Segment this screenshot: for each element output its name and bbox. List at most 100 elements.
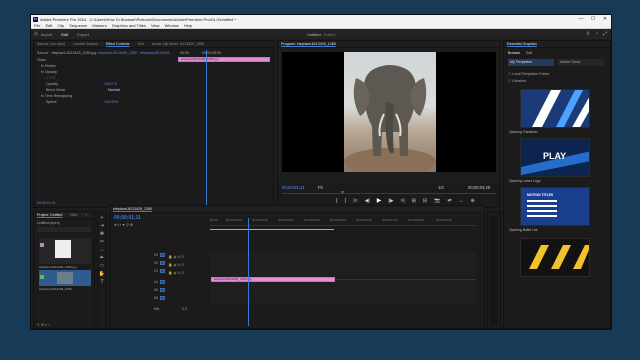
go-to-out-button[interactable]: >| xyxy=(401,198,405,204)
fit-dropdown[interactable]: Fit xyxy=(318,185,323,190)
v2-target-toggle[interactable] xyxy=(160,261,165,265)
track-select-icon[interactable]: ⇥ xyxy=(98,223,106,231)
extract-button[interactable]: ⊟ xyxy=(423,198,427,204)
tab-source[interactable]: Source: (no clips) xyxy=(37,42,65,46)
rectangle-tool-icon[interactable]: □ xyxy=(98,263,106,271)
project-search-box[interactable] xyxy=(37,227,91,232)
menu-help[interactable]: Help xyxy=(184,23,192,28)
hand-tool-icon[interactable]: ✋ xyxy=(98,271,106,279)
effect-opacity[interactable]: fx Opacity xyxy=(41,70,57,74)
slip-tool-icon[interactable]: ↔ xyxy=(98,247,106,255)
menu-sequence[interactable]: Sequence xyxy=(69,23,87,28)
timeline-work-area[interactable] xyxy=(210,229,334,230)
time-remapping[interactable]: fx Time Remapping xyxy=(41,94,72,98)
maximize-button[interactable]: ☐ xyxy=(587,16,599,22)
timeline-playhead[interactable] xyxy=(248,218,249,326)
menu-graphics[interactable]: Graphics and Titles xyxy=(112,23,146,28)
project-item-sequence[interactable] xyxy=(39,270,91,286)
v3-target-toggle[interactable] xyxy=(160,253,165,257)
program-tabs: Program: elephant-8213429_1280 xyxy=(278,41,499,48)
selection-tool-icon[interactable]: ➤ xyxy=(98,215,106,223)
tab-audio-clip-mixer[interactable]: Audio Clip Mixer: 8213429_1280 xyxy=(152,42,204,46)
a1-target-toggle[interactable] xyxy=(160,280,165,284)
tab-project[interactable]: Project: Untitled xyxy=(37,213,62,217)
lift-button[interactable]: ⊞ xyxy=(412,198,416,204)
mark-out-button[interactable]: } xyxy=(345,198,347,204)
program-view xyxy=(278,48,499,182)
source-label: Source · elephant-8213429_1280.jpg xyxy=(37,51,97,55)
effect-motion[interactable]: fx Motion xyxy=(41,64,56,68)
effect-controls-timecode[interactable]: 00:00:01:11 xyxy=(37,201,56,205)
tab-edit[interactable]: Edit xyxy=(61,32,68,37)
progress-icon[interactable]: ◔ xyxy=(595,31,598,37)
export-frame-icon[interactable]: 📷 xyxy=(434,198,440,204)
v1-target-toggle[interactable] xyxy=(160,269,165,273)
close-button[interactable]: ✕ xyxy=(599,16,611,22)
a3-target-toggle[interactable] xyxy=(160,296,165,300)
my-templates-dropdown[interactable]: My Templates xyxy=(508,59,554,66)
step-forward-button[interactable]: |▶ xyxy=(388,198,393,204)
sequence-thumbnail xyxy=(57,272,73,284)
template-card-lower-logo[interactable]: PLAY xyxy=(520,138,590,177)
mark-in-button[interactable]: { xyxy=(336,198,338,204)
play-button[interactable]: ▶ xyxy=(377,197,382,204)
ruler-tick: 00;00;04;00 xyxy=(304,218,320,222)
project-file: Untitled.prproj xyxy=(37,221,60,225)
header-icons: ⇪ ◔ ⤢ xyxy=(586,31,607,37)
step-back-button[interactable]: ◀| xyxy=(365,198,370,204)
menu-edit[interactable]: Edit xyxy=(45,23,52,28)
razor-tool-icon[interactable]: ✂ xyxy=(98,239,106,247)
tab-effect-controls[interactable]: Effect Controls xyxy=(106,42,130,46)
tab-browse[interactable]: Browse xyxy=(508,51,520,55)
effect-controls-playhead[interactable] xyxy=(206,50,207,205)
adobe-stock-dropdown[interactable]: Adobe Stock xyxy=(558,59,604,66)
go-to-in-button[interactable]: |< xyxy=(353,198,357,204)
program-scrubber-marker[interactable]: ▼ xyxy=(340,190,345,196)
tab-export[interactable]: Export xyxy=(77,32,89,37)
share-icon[interactable]: ⇪ xyxy=(586,31,590,37)
local-templates-checkbox[interactable]: ☐ Local Templates Folder xyxy=(508,72,549,76)
ruler-tick: 00;00;07;00 xyxy=(382,218,398,222)
sequence-label[interactable]: elephant-8213429_1280 · elephant-8213429… xyxy=(98,51,172,55)
menu-markers[interactable]: Markers xyxy=(92,23,106,28)
tab-timeline-sequence[interactable]: elephant-8213429_1280 xyxy=(113,207,152,211)
menu-clip[interactable]: Clip xyxy=(57,23,64,28)
template-card-yellow[interactable] xyxy=(520,238,590,277)
pen-tool-icon[interactable]: ✒ xyxy=(98,255,106,263)
tab-edit-graphics[interactable]: Edit xyxy=(526,51,532,55)
tab-program[interactable]: Program: elephant-8213429_1280 xyxy=(281,42,336,46)
tab-media[interactable]: Med xyxy=(70,213,77,217)
type-tool-icon[interactable]: T xyxy=(98,279,106,287)
ripple-edit-icon[interactable]: ✥ xyxy=(98,231,106,239)
tab-import[interactable]: Import xyxy=(41,32,52,37)
project-item-image[interactable] xyxy=(39,238,91,264)
program-timecode[interactable]: 00;00;01;11 xyxy=(282,185,305,190)
essential-graphics-title: Essential Graphics xyxy=(507,42,537,46)
fullscreen-icon[interactable]: ⤢ xyxy=(603,31,607,37)
timeline-timecode[interactable]: 00;00;01;11 xyxy=(114,215,141,221)
home-icon[interactable]: ⌂ xyxy=(31,31,41,37)
compare-icon[interactable]: ⇄ xyxy=(447,198,451,204)
opacity-value[interactable]: 100.0 % xyxy=(104,82,117,86)
tab-text[interactable]: Text xyxy=(137,42,144,46)
blend-mode-select[interactable]: Normal xyxy=(108,88,120,92)
menu-view[interactable]: View xyxy=(151,23,160,28)
a2-target-toggle[interactable] xyxy=(160,288,165,292)
effect-clip-bar[interactable]: elephant-8213429_1280.jpg xyxy=(178,57,270,62)
add-button-icon[interactable]: ⊕ xyxy=(471,198,475,204)
template-play-text: PLAY xyxy=(543,151,567,161)
mix-value[interactable]: 0.0 xyxy=(182,307,187,311)
tab-more[interactable]: » xyxy=(85,213,87,217)
menu-file[interactable]: File xyxy=(34,23,40,28)
menu-window[interactable]: Window xyxy=(165,23,179,28)
template-card-bullet-list[interactable]: MOTION TITLES xyxy=(520,187,590,226)
speed-value[interactable]: 100.00% xyxy=(104,100,118,104)
tab-lumetri-scopes[interactable]: Lumetri Scopes xyxy=(73,42,98,46)
libraries-checkbox[interactable]: ☐ Libraries xyxy=(508,79,526,83)
quality-dropdown[interactable]: 1/2 xyxy=(438,185,444,190)
track-v3-label: V3 xyxy=(154,253,159,257)
template-card-opening-transition[interactable] xyxy=(520,89,590,128)
trim-icon[interactable]: ↔ xyxy=(459,198,464,204)
timeline-clip[interactable]: elephant-8213429_1280.jpg xyxy=(211,277,335,282)
minimize-button[interactable]: — xyxy=(575,16,587,22)
